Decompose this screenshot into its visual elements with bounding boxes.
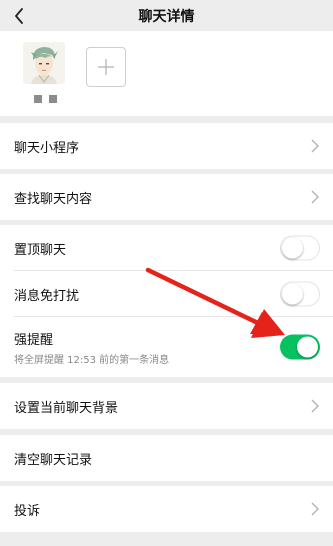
cell-label: 强提醒 <box>14 333 54 348</box>
cell-complain[interactable]: 投诉 <box>0 486 333 532</box>
cell-clear-history[interactable]: 清空聊天记录 <box>0 435 333 481</box>
anime-avatar-icon <box>23 42 65 84</box>
chevron-right-icon <box>311 502 319 516</box>
cell-label: 消息免打扰 <box>14 288 80 304</box>
avatar[interactable] <box>23 42 65 84</box>
cell-subtitle: 将全屏提醒 12:53 前的第一条消息 <box>14 355 170 366</box>
toggle-knob <box>297 336 318 358</box>
nav-bar: 聊天详情 <box>0 0 333 31</box>
cell-label: 设置当前聊天背景 <box>14 400 119 416</box>
chevron-right-icon <box>311 139 319 153</box>
group-clear-history: 清空聊天记录 <box>0 435 333 481</box>
cell-label: 清空聊天记录 <box>14 452 93 468</box>
group-mini-program: 聊天小程序 <box>0 123 333 169</box>
cell-search-content[interactable]: 查找聊天内容 <box>0 174 333 220</box>
cell-label: 查找聊天内容 <box>14 191 93 207</box>
plus-icon <box>98 59 114 75</box>
cell-label: 置顶聊天 <box>14 242 67 258</box>
member-name-masked <box>34 95 64 105</box>
cell-pin-chat: 置顶聊天 <box>0 225 333 271</box>
mute-toggle[interactable] <box>280 281 320 307</box>
cell-strong-remind: 强提醒 将全屏提醒 12:53 前的第一条消息 <box>0 317 333 377</box>
chevron-right-icon <box>311 190 319 204</box>
group-set-background: 设置当前聊天背景 <box>0 383 333 429</box>
mask-block <box>34 95 42 103</box>
cell-mute: 消息免打扰 <box>0 271 333 317</box>
cell-label: 投诉 <box>14 503 41 519</box>
group-search-content: 查找聊天内容 <box>0 174 333 220</box>
page-title: 聊天详情 <box>138 8 195 25</box>
chevron-right-icon <box>311 399 319 413</box>
chevron-left-icon <box>15 7 23 24</box>
toggle-knob <box>281 237 303 258</box>
add-member-button[interactable] <box>86 47 126 87</box>
chat-details-page: 聊天详情 聊天小程序 查找聊天内容 置顶聊天 消息免打扰 强提醒 将全屏提醒 1… <box>0 0 333 546</box>
mask-block <box>49 95 57 103</box>
pin-chat-toggle[interactable] <box>280 235 320 261</box>
back-button[interactable] <box>6 0 32 31</box>
cell-mini-program[interactable]: 聊天小程序 <box>0 123 333 169</box>
cell-set-background[interactable]: 设置当前聊天背景 <box>0 383 333 429</box>
toggle-knob <box>281 283 303 304</box>
group-switches: 置顶聊天 消息免打扰 强提醒 将全屏提醒 12:53 前的第一条消息 <box>0 225 333 377</box>
group-complain: 投诉 <box>0 486 333 532</box>
cell-label: 聊天小程序 <box>14 140 80 156</box>
members-section <box>0 31 333 116</box>
strong-remind-toggle[interactable] <box>280 334 320 360</box>
